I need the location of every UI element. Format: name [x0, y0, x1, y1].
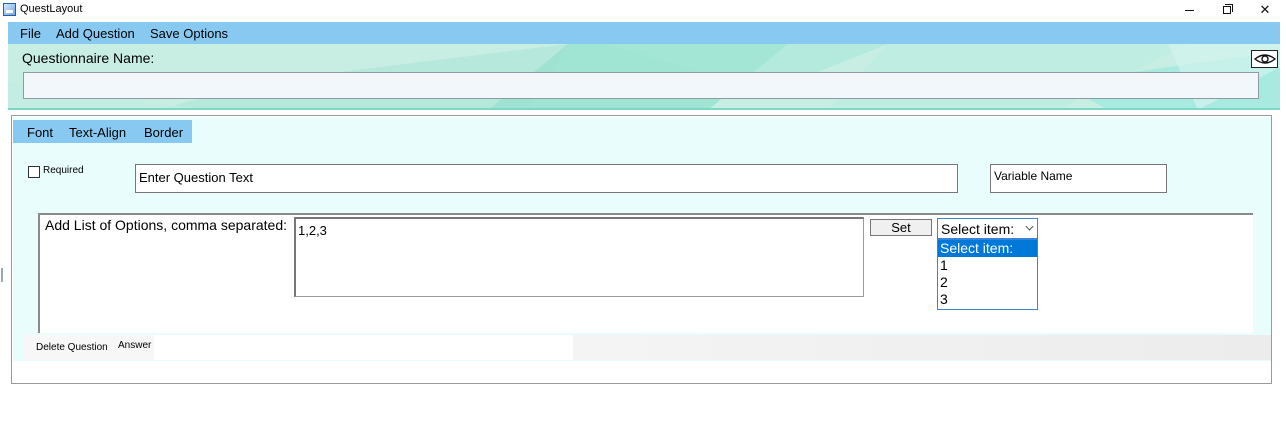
- eye-icon: [1253, 54, 1276, 64]
- splitter-handle[interactable]: [1, 268, 3, 282]
- dropdown-option[interactable]: 2: [938, 274, 1037, 291]
- restore-icon: [1223, 4, 1233, 14]
- options-select[interactable]: Select item:: [937, 218, 1038, 239]
- close-button[interactable]: ✕: [1246, 0, 1284, 20]
- app-icon: [3, 3, 16, 16]
- options-input[interactable]: 1,2,3: [294, 217, 864, 297]
- dropdown-option[interactable]: 3: [938, 291, 1037, 308]
- menu-bar: File Add Question Save Options: [8, 22, 1280, 44]
- answer-area: [154, 335, 573, 360]
- variable-name-input[interactable]: Variable Name: [990, 164, 1167, 193]
- tab-border[interactable]: Border: [144, 125, 183, 140]
- set-button[interactable]: Set: [870, 219, 932, 236]
- restore-button[interactable]: [1208, 0, 1246, 20]
- title-bar: QuestLayout ✕: [0, 0, 1286, 20]
- preview-button[interactable]: [1251, 50, 1278, 68]
- options-panel: Add List of Options, comma separated: 1,…: [38, 213, 1253, 333]
- questionnaire-name-label: Questionnaire Name:: [22, 50, 155, 66]
- options-dropdown: Select item: 1 2 3: [937, 239, 1038, 310]
- dropdown-option[interactable]: Select item:: [938, 240, 1037, 257]
- dropdown-option[interactable]: 1: [938, 257, 1037, 274]
- window-title: QuestLayout: [20, 3, 83, 15]
- format-tabbar: Font Text-Align Border: [13, 120, 192, 143]
- options-label: Add List of Options, comma separated:: [45, 217, 288, 233]
- delete-question-tab[interactable]: Delete Question: [36, 342, 108, 353]
- questionnaire-name-input[interactable]: [23, 72, 1259, 99]
- tab-text-align[interactable]: Text-Align: [69, 125, 126, 140]
- question-panel: Font Text-Align Border Required Enter Qu…: [11, 115, 1272, 384]
- question-text-input[interactable]: Enter Question Text: [135, 164, 958, 193]
- menu-add-question[interactable]: Add Question: [56, 26, 135, 41]
- answer-tab[interactable]: Answer: [118, 340, 151, 351]
- minimize-button[interactable]: [1170, 0, 1208, 20]
- tab-font[interactable]: Font: [27, 125, 53, 140]
- minimize-icon: [1184, 9, 1194, 11]
- question-editor: Font Text-Align Border Required Enter Qu…: [13, 117, 1271, 361]
- required-label: Required: [43, 165, 84, 176]
- menu-file[interactable]: File: [20, 26, 41, 41]
- menu-save-options[interactable]: Save Options: [150, 26, 228, 41]
- question-actions: Delete Question Answer: [24, 335, 573, 360]
- close-icon: ✕: [1259, 2, 1271, 17]
- chevron-down-icon: [1025, 222, 1034, 231]
- questionnaire-panel: File Add Question Save Options Questionn…: [8, 22, 1280, 110]
- select-value: Select item:: [941, 221, 1015, 237]
- required-checkbox[interactable]: [28, 166, 40, 178]
